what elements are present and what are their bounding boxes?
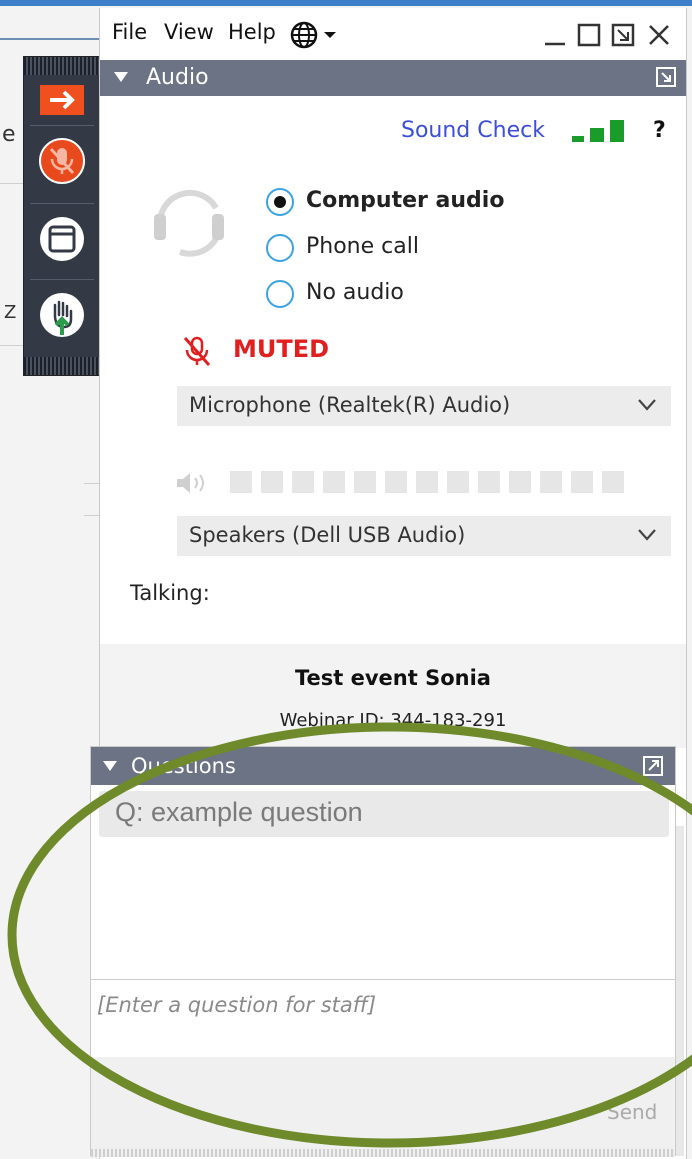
globe-icon [290, 21, 336, 49]
questions-footer: Send [91, 1057, 675, 1157]
minimize-icon[interactable] [542, 22, 568, 48]
mic-muted-icon[interactable] [182, 334, 212, 368]
level-meter-segment [447, 471, 469, 493]
talking-label: Talking: [130, 581, 210, 605]
audio-section-title: Audio [146, 65, 209, 90]
toolbar-grip-top[interactable] [24, 57, 100, 75]
questions-section-title: Questions [131, 754, 236, 778]
question-item[interactable]: Q: example question [99, 791, 669, 837]
sound-check-link[interactable]: Sound Check [401, 118, 545, 143]
chevron-down-icon [324, 32, 336, 38]
level-meter-segment [416, 471, 438, 493]
radio-button-none[interactable] [266, 280, 294, 308]
toolbar-separator [30, 279, 94, 280]
menu-bar: File View Help [100, 8, 686, 60]
level-meter-segment [230, 471, 252, 493]
chevron-down-icon [638, 529, 656, 541]
control-toolbar [23, 56, 101, 376]
send-button[interactable]: Send [601, 1095, 661, 1129]
collapse-triangle-icon [114, 72, 128, 82]
level-meter-segment [354, 471, 376, 493]
toolbar-separator [30, 203, 94, 204]
restore-icon[interactable] [610, 22, 636, 48]
level-meter-segment [261, 471, 283, 493]
window-icon [40, 217, 84, 261]
audio-section-header[interactable]: Audio [100, 60, 686, 96]
speaker-select[interactable]: Speakers (Dell USB Audio) [177, 516, 671, 556]
background-tab-line [0, 38, 100, 40]
level-meter-segment [571, 471, 593, 493]
collapse-triangle-icon [103, 761, 117, 771]
questions-divider [91, 979, 675, 980]
event-title: Test event Sonia [295, 666, 491, 690]
background-title-strip [0, 0, 692, 6]
background-divider [84, 483, 100, 484]
background-text-fragment: Z [4, 302, 17, 323]
level-meter-segment [292, 471, 314, 493]
questions-section-header[interactable]: Questions [91, 747, 675, 785]
show-panel-button[interactable] [38, 215, 86, 263]
microphone-select[interactable]: Microphone (Realtek(R) Audio) [177, 386, 671, 426]
popout-icon[interactable] [643, 756, 663, 776]
menu-help[interactable]: Help [228, 20, 276, 44]
raise-hand-button[interactable] [38, 291, 86, 339]
toolbar-grip-bottom[interactable] [24, 357, 100, 375]
audio-option-label: Computer audio [306, 188, 505, 213]
maximize-icon[interactable] [576, 22, 602, 48]
webinar-id: Webinar ID: 344-183-291 [279, 710, 507, 731]
menu-view[interactable]: View [164, 20, 214, 44]
headset-icon [154, 189, 224, 257]
level-meter-segment [478, 471, 500, 493]
scrollbar[interactable] [676, 826, 684, 1156]
toggle-mic-button[interactable] [38, 137, 86, 185]
speaker-select-value: Speakers (Dell USB Audio) [189, 523, 466, 547]
radio-button-phone[interactable] [266, 234, 294, 262]
radio-button-computer[interactable] [266, 188, 294, 216]
speaker-icon [177, 473, 204, 493]
question-input[interactable]: [Enter a question for staff] [97, 993, 376, 1017]
arrow-right-icon [40, 85, 84, 115]
question-text: Q: example question [115, 797, 363, 827]
level-meter-segment [540, 471, 562, 493]
level-meter-segment [323, 471, 345, 493]
toolbar-separator [30, 125, 94, 126]
level-meter-segment [385, 471, 407, 493]
collapse-toolbar-button[interactable] [38, 83, 86, 117]
level-meter-segment [509, 471, 531, 493]
muted-status: MUTED [233, 335, 330, 363]
popout-icon[interactable] [656, 67, 676, 87]
language-menu-button[interactable] [290, 20, 344, 54]
chevron-down-icon [638, 399, 656, 411]
microphone-select-value: Microphone (Realtek(R) Audio) [189, 393, 511, 417]
resize-grip[interactable] [91, 1149, 675, 1157]
audio-option-label: Phone call [306, 234, 419, 259]
background-text-fragment: e [2, 122, 16, 147]
webinar-info: Test event Sonia Webinar ID: 344-183-291 [100, 644, 686, 748]
mic-muted-icon [39, 138, 85, 184]
help-button[interactable]: ? [653, 118, 666, 143]
close-icon[interactable] [646, 22, 672, 48]
audio-option-label: No audio [306, 280, 404, 305]
signal-bars-icon [572, 120, 624, 142]
raise-hand-icon [40, 293, 84, 337]
background-divider [0, 183, 24, 184]
menu-file[interactable]: File [112, 20, 147, 44]
level-meter-segment [602, 471, 624, 493]
questions-panel: Questions Q: example question [Enter a q… [90, 746, 676, 1157]
background-divider [84, 515, 100, 516]
background-divider [0, 345, 24, 346]
